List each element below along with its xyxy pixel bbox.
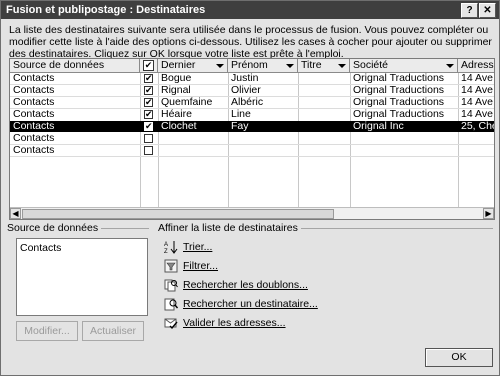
- recipients-table[interactable]: Source de données ✔ Dernier Prénom Titre…: [9, 58, 495, 220]
- cell-last-name: Héaire: [161, 109, 192, 120]
- table-row[interactable]: Contacts: [10, 133, 494, 144]
- column-header-select-all[interactable]: ✔: [140, 59, 158, 73]
- table-row[interactable]: Contacts ✔ Bogue Justin Orignal Traducti…: [10, 73, 494, 84]
- column-header-last-name[interactable]: Dernier: [158, 59, 228, 73]
- filter-icon: [164, 259, 178, 273]
- cell-last-name: Quemfaine: [161, 97, 213, 108]
- horizontal-scrollbar[interactable]: ◀ ▶: [10, 207, 494, 219]
- cell-source: Contacts: [13, 133, 55, 144]
- cell-address: 14 Ave d: [461, 109, 494, 120]
- cell-title: [298, 97, 350, 108]
- scrollbar-thumb[interactable]: [22, 209, 334, 219]
- column-header-last-name-label: Dernier: [161, 59, 196, 71]
- row-checkbox[interactable]: ✔: [144, 74, 153, 83]
- row-checkbox[interactable]: [144, 134, 153, 143]
- table-row[interactable]: Contacts ✔ Rignal Olivier Orignal Traduc…: [10, 85, 494, 96]
- column-header-source-label: Source de données: [13, 59, 105, 71]
- find-duplicates-link-label[interactable]: Rechercher les doublons...: [183, 279, 308, 291]
- row-checkbox[interactable]: ✔: [144, 98, 153, 107]
- svg-text:A: A: [164, 242, 168, 248]
- cell-first-name: Line: [231, 109, 251, 120]
- cell-first-name: Olivier: [231, 85, 261, 96]
- ok-button[interactable]: OK: [425, 348, 493, 367]
- dropdown-arrow-icon[interactable]: [338, 64, 346, 68]
- scroll-left-icon[interactable]: ◀: [10, 208, 21, 219]
- column-header-source[interactable]: Source de données: [10, 59, 140, 73]
- instructions-text: La liste des destinataires suivante sera…: [9, 24, 492, 60]
- row-divider: [10, 156, 494, 157]
- datasource-group-label: Source de données: [7, 222, 102, 234]
- cell-title: [298, 121, 350, 132]
- cell-title: [298, 109, 350, 120]
- cell-address: 14 Ave d: [461, 73, 494, 84]
- datasource-list-item[interactable]: Contacts: [20, 242, 61, 254]
- sort-link-label[interactable]: Trier...: [183, 241, 212, 253]
- dropdown-arrow-icon[interactable]: [446, 64, 454, 68]
- cell-last-name: Rignal: [161, 85, 191, 96]
- filter-link-label[interactable]: Filtrer...: [183, 260, 218, 272]
- close-button[interactable]: ✕: [479, 3, 496, 18]
- column-header-company-label: Société: [353, 59, 389, 71]
- column-header-title-label: Titre: [301, 59, 322, 71]
- row-checkbox[interactable]: ✔: [144, 110, 153, 119]
- column-header-title[interactable]: Titre: [298, 59, 350, 73]
- validate-addresses-icon: [164, 318, 178, 330]
- cell-source: Contacts: [13, 97, 55, 108]
- cell-last-name: Clochet: [161, 121, 197, 132]
- title-bar: Fusion et publipostage : Destinataires ?…: [1, 1, 499, 19]
- refresh-button[interactable]: Actualiser: [82, 321, 144, 341]
- cell-source: Contacts: [13, 73, 55, 84]
- edit-button[interactable]: Modifier...: [16, 321, 78, 341]
- cell-address: 14 Ave d: [461, 85, 494, 96]
- cell-address: 14 Ave d: [461, 97, 494, 108]
- cell-company: Orignal Inc: [353, 121, 404, 132]
- table-row[interactable]: Contacts ✔ Héaire Line Orignal Traductio…: [10, 109, 494, 120]
- cell-title: [298, 73, 350, 84]
- sort-az-icon: A Z: [164, 241, 178, 254]
- cell-company: Orignal Traductions: [353, 97, 445, 108]
- row-checkbox[interactable]: [144, 146, 153, 155]
- cell-first-name: Albéric: [231, 97, 264, 108]
- cell-source: Contacts: [13, 145, 55, 156]
- cell-first-name: Justin: [231, 73, 259, 84]
- help-button[interactable]: ?: [461, 3, 478, 18]
- cell-title: [298, 85, 350, 96]
- cell-company: Orignal Traductions: [353, 85, 445, 96]
- scroll-right-icon[interactable]: ▶: [483, 208, 494, 219]
- find-recipient-link-label[interactable]: Rechercher un destinataire...: [183, 298, 318, 310]
- column-header-first-name-label: Prénom: [231, 59, 268, 71]
- cell-source: Contacts: [13, 121, 55, 132]
- cell-first-name: Fay: [231, 121, 249, 132]
- dropdown-arrow-icon[interactable]: [216, 64, 224, 68]
- column-header-address-label: Adresse: [461, 59, 494, 71]
- svg-text:Z: Z: [164, 249, 168, 254]
- column-header-company[interactable]: Société: [350, 59, 458, 73]
- validate-addresses-link-label[interactable]: Valider les adresses...: [183, 317, 286, 329]
- cell-source: Contacts: [13, 85, 55, 96]
- cell-source: Contacts: [13, 109, 55, 120]
- cell-last-name: Bogue: [161, 73, 192, 84]
- dropdown-arrow-icon[interactable]: [286, 64, 294, 68]
- cell-company: Orignal Traductions: [353, 109, 445, 120]
- select-all-checkbox[interactable]: ✔: [143, 60, 154, 71]
- find-recipient-icon: [164, 298, 178, 311]
- table-row[interactable]: Contacts: [10, 145, 494, 156]
- find-duplicates-icon: [164, 279, 178, 292]
- row-checkbox[interactable]: ✔: [144, 86, 153, 95]
- window-title: Fusion et publipostage : Destinataires: [6, 4, 206, 16]
- cell-company: Orignal Traductions: [353, 73, 445, 84]
- datasource-listbox[interactable]: Contacts: [16, 238, 148, 316]
- refine-group-label: Affiner la liste de destinataires: [158, 222, 301, 234]
- table-row-selected[interactable]: Contacts ✔ Clochet Fay Orignal Inc 25, C…: [10, 121, 494, 132]
- row-checkbox[interactable]: ✔: [144, 122, 153, 131]
- table-row[interactable]: Contacts ✔ Quemfaine Albéric Orignal Tra…: [10, 97, 494, 108]
- mail-merge-recipients-dialog: Fusion et publipostage : Destinataires ?…: [0, 0, 500, 376]
- column-header-address[interactable]: Adresse: [458, 59, 494, 73]
- column-header-first-name[interactable]: Prénom: [228, 59, 298, 73]
- cell-address: 25, Che: [461, 121, 494, 132]
